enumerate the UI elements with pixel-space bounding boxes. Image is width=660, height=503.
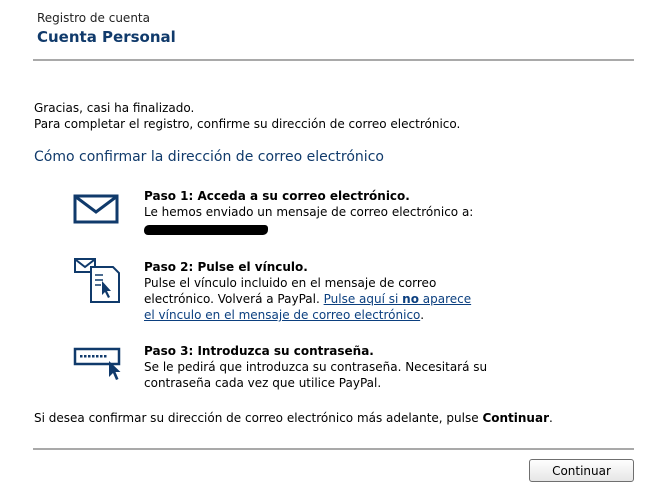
step-2: Paso 2: Pulse el vínculo. Pulse el víncu… <box>144 259 614 323</box>
step-1-text: Le hemos enviado un mensaje de correo el… <box>144 205 474 219</box>
envelope-icon <box>73 194 119 228</box>
page-title: Cuenta Personal <box>37 28 176 46</box>
continue-button[interactable]: Continuar <box>529 459 634 482</box>
section-heading: Cómo confirmar la dirección de correo el… <box>34 149 384 165</box>
intro-line-1: Gracias, casi ha finalizado. <box>34 101 195 115</box>
header-divider <box>33 59 634 61</box>
step-1: Paso 1: Acceda a su correo electrónico. … <box>144 188 614 235</box>
footer-note: Si desea confirmar su dirección de corre… <box>34 411 553 425</box>
step-2-text-line-1: Pulse el vínculo incluido en el mensaje … <box>144 276 437 290</box>
page-subtitle: Registro de cuenta <box>37 11 150 25</box>
intro-line-2: Para completar el registro, confirme su … <box>34 117 461 131</box>
no-link-help-link-continued[interactable]: el vínculo en el mensaje de correo elect… <box>144 308 420 322</box>
step-2-text-line-2: electrónico. Volverá a PayPal. Pulse aqu… <box>144 291 614 307</box>
step-2-title: Paso 2: Pulse el vínculo. <box>144 260 308 274</box>
intro-text: Gracias, casi ha finalizado. Para comple… <box>34 100 460 132</box>
no-link-help-bold[interactable]: no <box>402 292 419 306</box>
step-2-text-line-2-static: electrónico. Volverá a PayPal. <box>144 292 320 306</box>
step-3-text-line-2: contraseña cada vez que utilice PayPal. <box>144 376 382 390</box>
password-field-cursor-icon <box>73 347 127 389</box>
step-3-text-line-1: Se le pedirá que introduzca su contraseñ… <box>144 360 488 374</box>
footer-divider <box>33 448 634 450</box>
no-link-help-part-2[interactable]: aparece <box>419 292 471 306</box>
step-3-title: Paso 3: Introduzca su contraseña. <box>144 344 374 358</box>
email-document-cursor-icon <box>73 257 123 309</box>
footer-note-trailing: . <box>548 411 553 425</box>
footer-note-text: Si desea confirmar su dirección de corre… <box>34 411 483 425</box>
step-1-title: Paso 1: Acceda a su correo electrónico. <box>144 189 410 203</box>
step-2-trailing: . <box>420 308 425 322</box>
step-3: Paso 3: Introduzca su contraseña. Se le … <box>144 343 614 391</box>
no-link-help-link[interactable]: Pulse aquí si no aparece <box>324 292 472 306</box>
footer-note-bold: Continuar <box>482 411 549 425</box>
no-link-help-part-1[interactable]: Pulse aquí si <box>324 292 403 306</box>
redacted-email <box>144 225 268 235</box>
step-2-text-line-3: el vínculo en el mensaje de correo elect… <box>144 307 614 323</box>
